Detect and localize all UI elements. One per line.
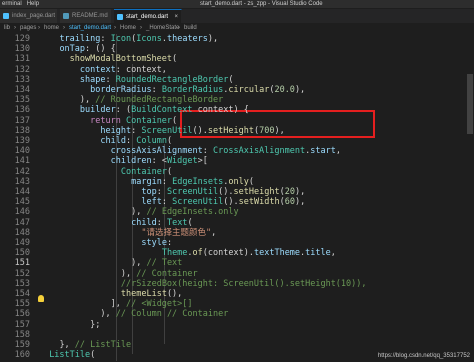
line-number: 139 xyxy=(14,136,30,146)
line-number: 145 xyxy=(14,197,30,208)
code-line: ), // Column // Container xyxy=(100,309,229,320)
dart-file-icon xyxy=(117,14,123,20)
line-number: 160 xyxy=(14,350,30,361)
line-number-gutter: 129 130 131 132 133 134 135 136 137 138 139 140 141 1… xyxy=(0,34,30,361)
line-number: 148 xyxy=(14,227,30,238)
line-number: 156 xyxy=(14,309,30,320)
line-number: 137 xyxy=(14,115,30,126)
editor-tab-bar: index_page.dart README.md start_demo.dar… xyxy=(0,9,474,23)
line-number: 134 xyxy=(14,85,30,95)
line-number: 154 xyxy=(14,289,30,299)
code-editor[interactable]: trailing: Icon(Icons.theaters), onTap: ()… xyxy=(36,34,474,361)
line-number: 142 xyxy=(14,166,30,177)
line-number: 141 xyxy=(14,156,30,167)
tab-start-demo[interactable]: start_demo.dart × xyxy=(114,9,182,23)
line-number: 143 xyxy=(14,176,30,187)
line-number: 151 xyxy=(14,258,30,269)
line-number: 136 xyxy=(14,105,30,116)
line-number: 150 xyxy=(14,248,30,259)
menu-help[interactable]: Help xyxy=(27,1,39,7)
menu-bar[interactable]: erminal Help xyxy=(2,0,39,8)
line-number: 131 xyxy=(14,54,30,65)
line-number: 152 xyxy=(14,268,30,279)
menu-terminal[interactable]: erminal xyxy=(2,1,22,7)
line-number: 147 xyxy=(14,217,30,228)
title-bar: erminal Help start_demo.dart - zs_zpp - … xyxy=(0,0,474,8)
line-number: 146 xyxy=(14,207,30,218)
line-number: 133 xyxy=(14,74,30,85)
breadcrumb-pages[interactable]: pages xyxy=(20,23,36,34)
tab-readme[interactable]: README.md xyxy=(60,9,112,23)
line-number: 130 xyxy=(14,44,30,55)
code-line: }; xyxy=(90,319,101,330)
line-number: 138 xyxy=(14,125,30,136)
code-line: ListTile( xyxy=(49,350,96,361)
line-number: 135 xyxy=(14,95,30,106)
code-line: Theme.of(context).textTheme.title, xyxy=(161,248,336,259)
line-number: 144 xyxy=(14,187,30,197)
line-number: 140 xyxy=(14,146,30,157)
watermark: https://blog.csdn.net/qq_35317752 xyxy=(377,353,470,359)
breadcrumb-separator: › xyxy=(14,25,16,31)
scrollbar-thumb[interactable] xyxy=(467,74,473,134)
tab-label: start_demo.dart xyxy=(126,14,169,20)
breadcrumb-separator: › xyxy=(38,25,40,31)
close-icon[interactable]: × xyxy=(174,10,178,24)
tab-label: README.md xyxy=(72,13,108,19)
line-number: 157 xyxy=(14,319,30,330)
tab-label: index_page.dart xyxy=(12,13,56,19)
line-number: 149 xyxy=(14,238,30,248)
line-number: 155 xyxy=(14,299,30,310)
breadcrumb-lib[interactable]: lib xyxy=(4,23,10,34)
line-number: 132 xyxy=(14,64,30,75)
breadcrumb-home[interactable]: home xyxy=(44,23,59,34)
lightbulb-icon[interactable] xyxy=(38,295,44,302)
line-number: 159 xyxy=(14,340,30,350)
tab-index-page[interactable]: index_page.dart xyxy=(0,9,58,23)
markdown-file-icon xyxy=(63,13,69,19)
line-number: 158 xyxy=(14,329,30,340)
dart-file-icon xyxy=(3,13,9,19)
line-number: 129 xyxy=(14,34,30,44)
vertical-scrollbar[interactable] xyxy=(466,34,474,361)
window-title: start_demo.dart - zs_zpp - Visual Studio… xyxy=(200,1,323,7)
line-number: 153 xyxy=(14,278,30,289)
